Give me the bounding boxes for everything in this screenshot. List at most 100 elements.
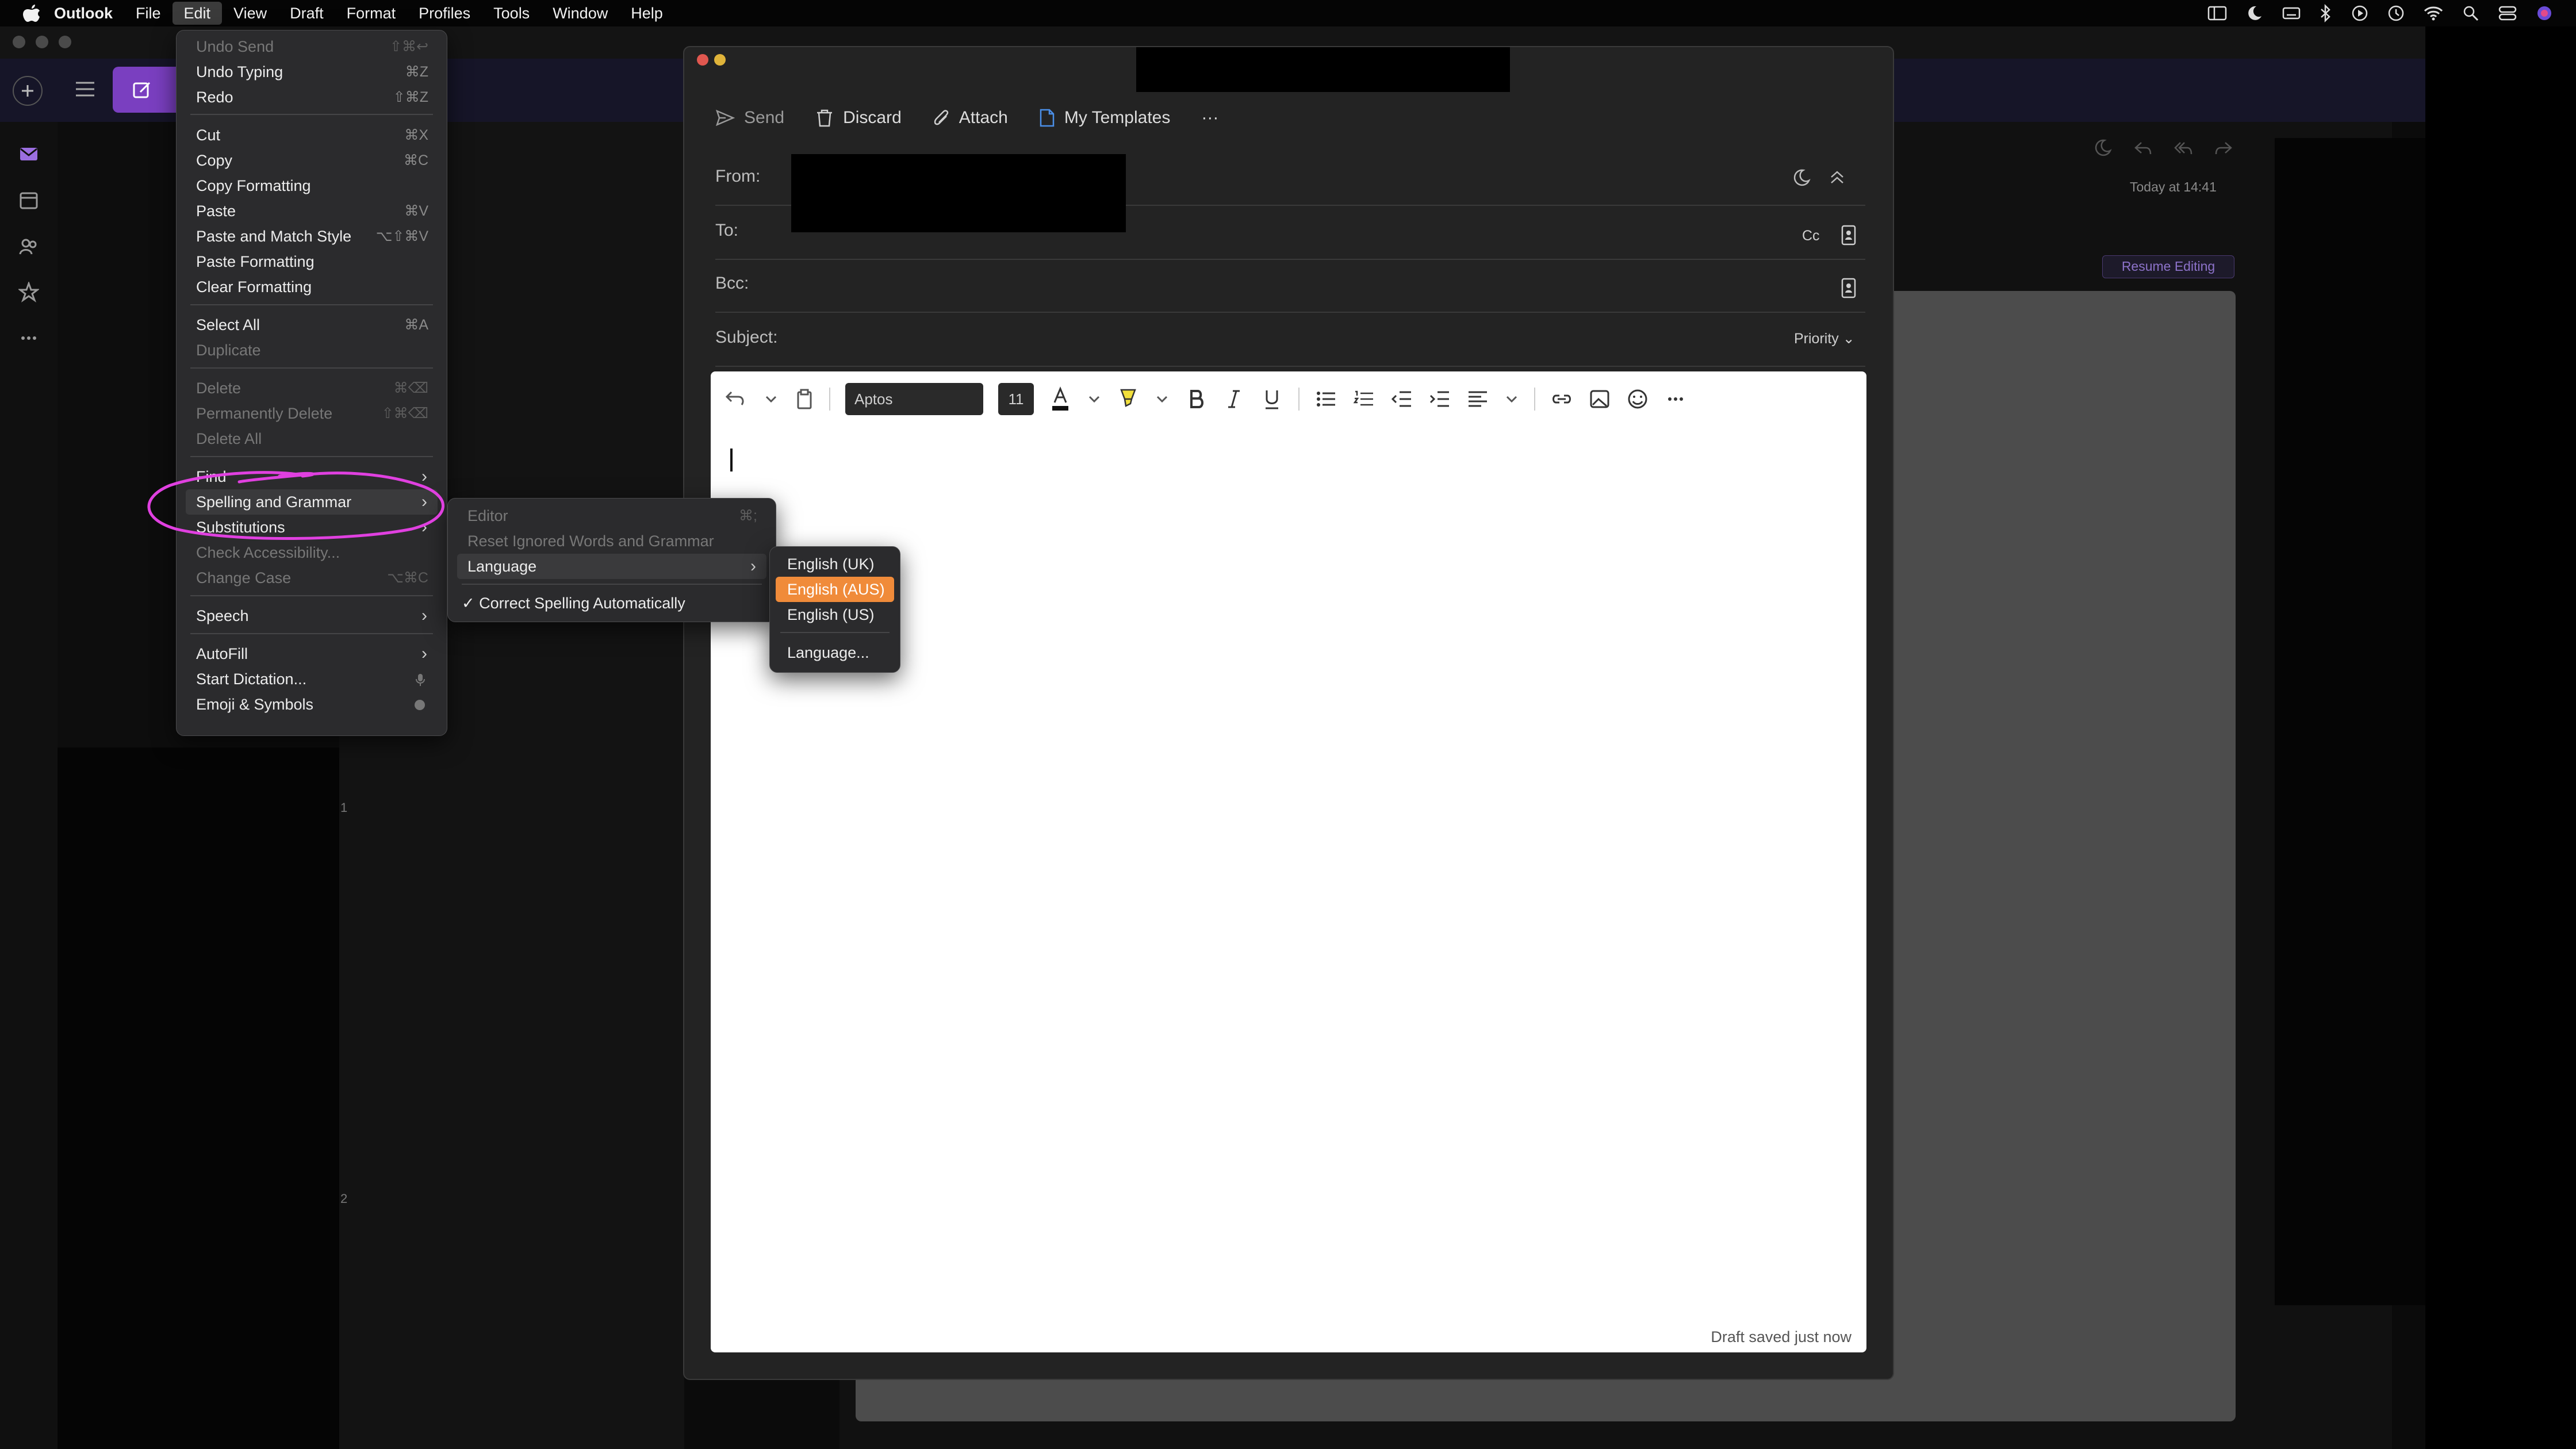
menu-item-select-all[interactable]: Select All ⌘A [186,312,438,338]
apple-logo-icon[interactable] [23,3,40,23]
menu-item-paste-match-style[interactable]: Paste and Match Style ⌥⇧⌘V [186,224,438,249]
menu-item-clear-formatting[interactable]: Clear Formatting [186,274,438,300]
menu-item-redo[interactable]: Redo ⇧⌘Z [186,85,438,110]
menu-profiles[interactable]: Profiles [407,0,482,26]
menu-item-language-more[interactable]: Language... [776,640,894,665]
attach-button[interactable]: Attach [933,108,1008,128]
font-color-icon[interactable] [1049,386,1072,412]
menu-item-correct-spelling-automatically[interactable]: ✓ Correct Spelling Automatically [457,591,766,616]
keyboard-icon[interactable] [2282,5,2301,22]
menu-item-speech[interactable]: Speech › [186,603,438,628]
zoom-dot[interactable] [59,36,71,48]
moon-icon[interactable] [2246,5,2263,22]
menu-item-cut[interactable]: Cut ⌘X [186,122,438,148]
my-templates-button[interactable]: My Templates [1039,108,1170,128]
forward-icon[interactable] [2214,138,2233,158]
font-name-select[interactable]: Aptos [845,383,983,415]
hamburger-icon[interactable] [75,80,95,98]
menu-item-undo-typing[interactable]: Undo Typing ⌘Z [186,59,438,85]
more-apps-icon[interactable] [18,328,39,348]
do-not-disturb-icon[interactable] [1792,168,1811,187]
menu-item-editor[interactable]: Editor ⌘; [457,503,766,528]
menu-item-paste[interactable]: Paste ⌘V [186,198,438,224]
menu-item-start-dictation[interactable]: Start Dictation... [186,666,438,692]
menu-format[interactable]: Format [335,0,408,26]
menu-item-english-uk[interactable]: English (UK) [776,551,894,577]
underline-icon[interactable] [1260,388,1283,411]
chevron-down-icon[interactable] [1504,388,1519,411]
menu-item-change-case[interactable]: Change Case ⌥⌘C [186,565,438,591]
sidebar-icon[interactable] [2207,5,2227,22]
reply-all-icon[interactable] [2174,138,2193,158]
highlighter-icon[interactable] [1117,386,1140,412]
resume-editing-button[interactable]: Resume Editing [2102,255,2234,278]
menu-app-name[interactable]: Outlook [48,0,124,26]
bullet-list-icon[interactable] [1314,388,1337,411]
menu-item-permanently-delete[interactable]: Permanently Delete ⇧⌘⌫ [186,401,438,426]
collapse-header-icon[interactable] [1827,168,1847,187]
emoji-icon[interactable] [1626,388,1649,411]
add-account-button[interactable] [13,76,43,106]
chevron-down-icon[interactable] [1087,388,1102,411]
cc-toggle[interactable]: Cc [1802,228,1820,244]
play-icon[interactable] [2351,5,2368,22]
chevron-down-icon[interactable] [762,388,780,411]
bcc-field[interactable]: Bcc: [715,260,1865,313]
menu-item-delete-all[interactable]: Delete All [186,426,438,451]
close-dot[interactable] [13,36,25,48]
star-icon[interactable] [18,282,39,302]
menu-item-undo-send[interactable]: Undo Send ⇧⌘↩ [186,34,438,59]
compose-close-dot[interactable] [697,54,708,66]
time-machine-icon[interactable] [2387,5,2405,22]
minimize-dot[interactable] [36,36,48,48]
menu-view[interactable]: View [222,0,278,26]
chevron-down-icon[interactable] [1155,388,1170,411]
moon-icon[interactable] [2093,138,2113,158]
mail-icon[interactable] [18,144,39,164]
reply-icon[interactable] [2133,138,2153,158]
menu-window[interactable]: Window [541,0,619,26]
menu-tools[interactable]: Tools [482,0,541,26]
link-icon[interactable] [1550,388,1573,411]
font-size-select[interactable]: 11 [998,383,1034,415]
more-formatting-icon[interactable] [1664,388,1687,411]
undo-icon[interactable] [724,388,747,411]
italic-icon[interactable] [1222,388,1245,411]
address-book-icon[interactable] [1840,277,1857,299]
decrease-indent-icon[interactable] [1390,388,1413,411]
menu-help[interactable]: Help [619,0,674,26]
menu-file[interactable]: File [124,0,172,26]
bold-icon[interactable] [1184,388,1208,411]
subject-field[interactable]: Subject: Priority ⌄ [715,314,1865,367]
menu-item-autofill[interactable]: AutoFill › [186,641,438,666]
send-button[interactable]: Send [715,108,784,128]
menu-item-english-aus[interactable]: English (AUS) [776,577,894,602]
menu-item-copy-formatting[interactable]: Copy Formatting [186,173,438,198]
message-body-editor[interactable] [711,371,1866,1352]
priority-dropdown[interactable]: Priority ⌄ [1794,330,1855,347]
wifi-icon[interactable] [2424,5,2443,21]
menu-item-duplicate[interactable]: Duplicate [186,338,438,363]
siri-icon[interactable] [2536,5,2553,22]
spotlight-search-icon[interactable] [2462,5,2479,22]
menu-item-paste-formatting[interactable]: Paste Formatting [186,249,438,274]
more-options-button[interactable]: ··· [1201,108,1218,128]
clipboard-icon[interactable] [795,388,814,411]
menu-item-copy[interactable]: Copy ⌘C [186,148,438,173]
menu-edit[interactable]: Edit [172,2,223,25]
align-icon[interactable] [1466,388,1489,411]
numbered-list-icon[interactable] [1352,388,1375,411]
menu-item-english-us[interactable]: English (US) [776,602,894,627]
control-center-icon[interactable] [2498,5,2517,22]
menu-item-language[interactable]: Language › [457,554,766,579]
people-icon[interactable] [18,236,39,256]
calendar-icon[interactable] [18,190,39,210]
menu-draft[interactable]: Draft [278,0,335,26]
compose-minimize-dot[interactable] [714,54,726,66]
to-field[interactable]: To: Cc [715,207,1865,260]
insert-picture-icon[interactable] [1588,388,1611,411]
menu-item-emoji-symbols[interactable]: Emoji & Symbols [186,692,438,717]
address-book-icon[interactable] [1840,224,1857,246]
menu-item-reset-ignored-words[interactable]: Reset Ignored Words and Grammar [457,528,766,554]
discard-button[interactable]: Discard [815,108,902,128]
